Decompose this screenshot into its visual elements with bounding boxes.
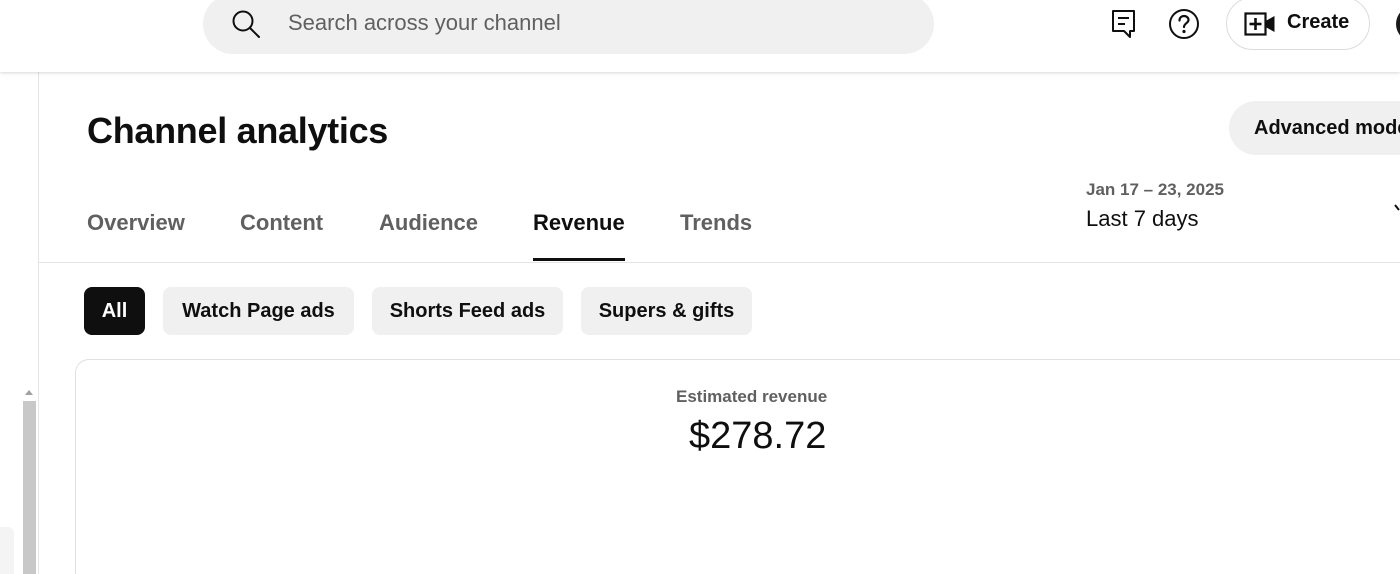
feedback-icon: [1112, 10, 1135, 38]
tab-label: Overview: [87, 210, 185, 235]
metric-tile[interactable]: Estimated revenue $278.72: [75, 359, 1400, 574]
sidebar-scrollbar-thumb[interactable]: [23, 401, 36, 574]
filter-chip-watch-page-ads[interactable]: Watch Page ads: [163, 287, 354, 335]
feedback-button[interactable]: [1104, 4, 1144, 44]
avatar[interactable]: [1396, 6, 1400, 42]
chip-label: Shorts Feed ads: [389, 299, 546, 322]
metric-label: Estimated revenue: [676, 387, 828, 406]
help-icon: [1169, 9, 1199, 39]
analytics-page: Create Channel analytics Advanced mode O…: [0, 0, 1400, 574]
filter-chip-supers-gifts[interactable]: Supers & gifts: [581, 287, 752, 335]
tab-revenue[interactable]: Revenue: [533, 210, 625, 262]
date-range-picker[interactable]: Jan 17 – 23, 2025 Last 7 days: [1086, 180, 1224, 232]
scroll-up-arrow-icon[interactable]: [24, 388, 34, 396]
search-bar[interactable]: [203, 0, 934, 54]
search-icon[interactable]: [231, 9, 261, 39]
help-button[interactable]: [1164, 4, 1204, 44]
tab-label: Audience: [379, 210, 479, 235]
tab-content[interactable]: Content: [240, 210, 323, 262]
chip-label: Supers & gifts: [598, 299, 735, 322]
metric-value: $278.72: [689, 415, 827, 457]
active-tab-indicator: [533, 258, 625, 261]
create-label: Create: [1287, 11, 1350, 33]
date-range-label: Last 7 days: [1086, 206, 1199, 231]
tab-audience[interactable]: Audience: [379, 210, 478, 262]
chip-label: All: [101, 299, 128, 322]
create-video-icon: [1244, 12, 1275, 36]
tabs-divider: [39, 262, 1400, 263]
filter-chip-all[interactable]: All: [84, 287, 145, 335]
tab-label: Trends: [680, 210, 753, 235]
tab-trends[interactable]: Trends: [680, 210, 752, 262]
tab-label: Revenue: [533, 210, 625, 235]
top-bar: Create: [0, 0, 1400, 72]
sidebar-item-fragment[interactable]: [0, 527, 14, 574]
tab-overview[interactable]: Overview: [87, 210, 185, 262]
tab-label: Content: [240, 210, 324, 235]
advanced-mode-label: Advanced mode: [1254, 117, 1400, 139]
date-range-dates: Jan 17 – 23, 2025: [1086, 180, 1225, 199]
advanced-mode-button[interactable]: Advanced mode: [1229, 101, 1400, 155]
create-button[interactable]: Create: [1226, 0, 1370, 50]
chip-label: Watch Page ads: [182, 299, 335, 322]
filter-chip-shorts-feed-ads[interactable]: Shorts Feed ads: [372, 287, 563, 335]
page-title: Channel analytics: [87, 110, 389, 151]
search-input[interactable]: [288, 7, 888, 39]
chevron-down-icon[interactable]: [1394, 202, 1400, 214]
